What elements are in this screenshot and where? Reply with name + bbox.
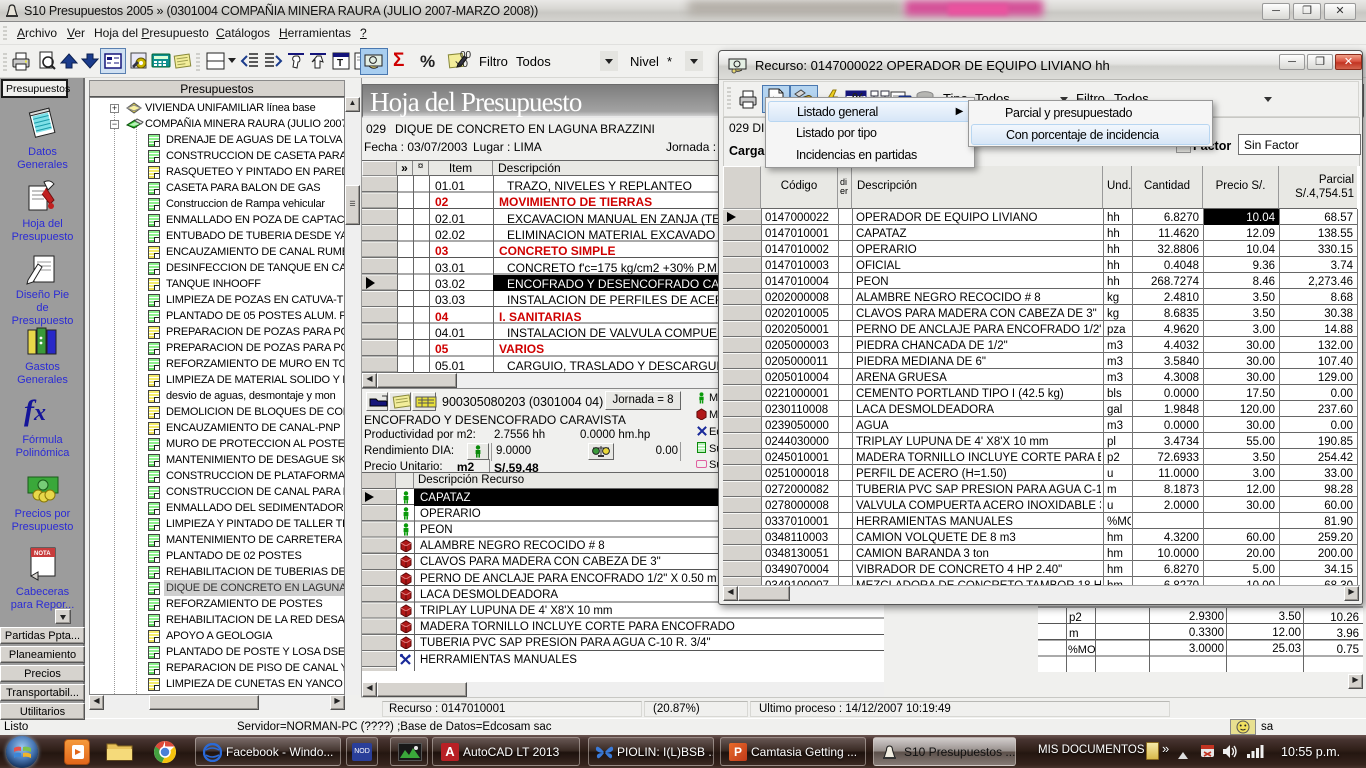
svg-text:T: T: [337, 58, 343, 69]
svg-text:NOTA: NOTA: [34, 551, 51, 557]
